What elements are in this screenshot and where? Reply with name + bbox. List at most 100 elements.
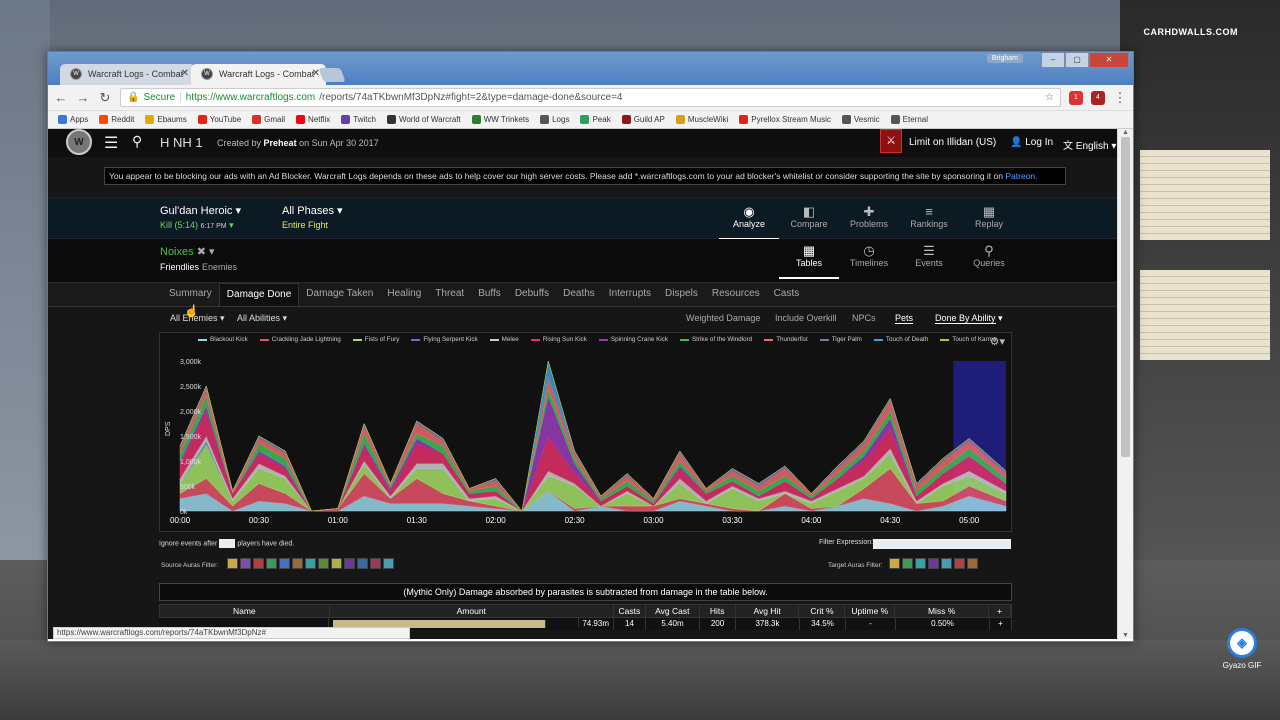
- view-tab-problems[interactable]: ✚ Problems: [839, 204, 899, 229]
- scroll-down-icon[interactable]: ▼: [1122, 632, 1129, 639]
- source-aura-icon[interactable]: [383, 558, 394, 569]
- source-aura-icon[interactable]: [227, 558, 238, 569]
- bookmark-item[interactable]: Vesmic: [841, 115, 880, 124]
- source-aura-icon[interactable]: [292, 558, 303, 569]
- bookmark-item[interactable]: Twitch: [341, 115, 376, 124]
- target-aura-icon[interactable]: [928, 558, 939, 569]
- browser-tab-2[interactable]: W Warcraft Logs - Combat ✕: [191, 64, 326, 85]
- subtab-summary[interactable]: Summary: [162, 283, 219, 306]
- bookmark-item[interactable]: Peak: [580, 115, 611, 124]
- bookmark-item[interactable]: WW Trinkets: [471, 115, 529, 124]
- bookmark-item[interactable]: Netflix: [296, 115, 330, 124]
- subtab-buffs[interactable]: Buffs: [471, 283, 508, 306]
- bookmark-item[interactable]: YouTube: [197, 115, 241, 124]
- ignore-deaths-input[interactable]: [219, 539, 236, 548]
- subtab-threat[interactable]: Threat: [428, 283, 471, 306]
- bookmark-item[interactable]: Reddit: [99, 115, 134, 124]
- extension-opera-icon[interactable]: 1: [1069, 90, 1083, 105]
- warcraftlogs-logo[interactable]: W: [66, 129, 92, 155]
- source-aura-icon[interactable]: [370, 558, 381, 569]
- subtab-resources[interactable]: Resources: [705, 283, 767, 306]
- subtab-interrupts[interactable]: Interrupts: [602, 283, 658, 306]
- source-aura-icon[interactable]: [344, 558, 355, 569]
- table-header-avg-hit[interactable]: Avg Hit: [736, 605, 800, 617]
- source-aura-icon[interactable]: [331, 558, 342, 569]
- subtab-dispels[interactable]: Dispels: [658, 283, 705, 306]
- fight-kill-select[interactable]: Kill (5:14) 6:17 PM ▾: [160, 220, 234, 231]
- bookmark-item[interactable]: Guild AP: [621, 115, 665, 124]
- address-bar[interactable]: 🔒 Secure | https://www.warcraftlogs.com /…: [120, 88, 1061, 107]
- subtab-deaths[interactable]: Deaths: [556, 283, 602, 306]
- target-aura-icon[interactable]: [941, 558, 952, 569]
- done-by-select[interactable]: Done By Ability ▾: [935, 313, 1003, 324]
- maximize-button[interactable]: ▢: [1065, 52, 1089, 68]
- table-header-name[interactable]: Name: [160, 605, 330, 617]
- player-select[interactable]: Noixes ✖ ▾: [160, 245, 214, 258]
- table-header-casts[interactable]: Casts: [614, 605, 646, 617]
- target-aura-icon[interactable]: [902, 558, 913, 569]
- language-select[interactable]: 文 English ▾: [1063, 137, 1116, 152]
- view-tab-analyze[interactable]: ◉ Analyze: [719, 204, 779, 240]
- back-icon[interactable]: ←: [54, 90, 68, 105]
- expand-row-icon[interactable]: +: [990, 618, 1012, 630]
- chart-plot[interactable]: 0k 500k 1,000k 1,500k 2,000k 2,500k 3,000k DPS 0…: [160, 333, 1013, 533]
- scrollbar-thumb[interactable]: [1121, 137, 1130, 457]
- subtab-damage-taken[interactable]: Damage Taken: [299, 283, 380, 306]
- source-aura-icon[interactable]: [357, 558, 368, 569]
- table-header-miss-[interactable]: Miss %: [895, 605, 990, 617]
- bookmark-item[interactable]: Gmail: [252, 115, 285, 124]
- table-header-avg-cast[interactable]: Avg Cast: [646, 605, 700, 617]
- npcs-toggle[interactable]: NPCs: [852, 313, 876, 323]
- phase-select[interactable]: All Phases ▾: [282, 204, 343, 217]
- profile-badge[interactable]: Brigham: [986, 54, 1023, 63]
- page-scrollbar[interactable]: ▲ ▼: [1117, 129, 1133, 639]
- source-aura-icon[interactable]: [240, 558, 251, 569]
- report-creator[interactable]: Preheat: [264, 138, 297, 148]
- bookmark-item[interactable]: Apps: [58, 115, 88, 124]
- subtab-damage-done[interactable]: Damage Done: [218, 283, 300, 306]
- source-aura-icon[interactable]: [279, 558, 290, 569]
- view-tab-replay[interactable]: ▦ Replay: [959, 204, 1019, 229]
- target-aura-icon[interactable]: [967, 558, 978, 569]
- include-overkill-toggle[interactable]: Include Overkill: [775, 313, 837, 323]
- target-aura-icon[interactable]: [889, 558, 900, 569]
- friendlies-tab[interactable]: Friendlies: [160, 262, 199, 272]
- table-header-crit-[interactable]: Crit %: [799, 605, 846, 617]
- source-aura-icon[interactable]: [318, 558, 329, 569]
- bookmark-item[interactable]: Logs: [540, 115, 569, 124]
- weighted-damage-toggle[interactable]: Weighted Damage: [686, 313, 760, 323]
- minimize-button[interactable]: ‒: [1041, 52, 1065, 68]
- abilities-filter[interactable]: All Abilities ▾: [237, 313, 287, 324]
- reload-icon[interactable]: ↻: [98, 90, 112, 106]
- new-tab-button[interactable]: [318, 68, 346, 82]
- target-aura-icon[interactable]: [954, 558, 965, 569]
- target-aura-icon[interactable]: [915, 558, 926, 569]
- close-tab-icon[interactable]: ✕: [181, 68, 189, 79]
- mode-tab-events[interactable]: ☰ Events: [899, 243, 959, 268]
- bookmark-item[interactable]: Pyrellox Stream Music: [739, 115, 831, 124]
- bookmark-star-icon[interactable]: ☆: [1045, 92, 1054, 103]
- forward-icon[interactable]: →: [76, 90, 90, 105]
- gyazo-gif-shortcut[interactable]: ◈ Gyazo GIF: [1222, 628, 1262, 670]
- subtab-debuffs[interactable]: Debuffs: [508, 283, 556, 306]
- view-tab-rankings[interactable]: ≡ Rankings: [899, 204, 959, 229]
- enemies-tab[interactable]: Enemies: [202, 262, 237, 272]
- subtab-casts[interactable]: Casts: [767, 283, 807, 306]
- table-header-amount[interactable]: Amount: [330, 605, 614, 617]
- bookmark-item[interactable]: Ebaums: [145, 115, 187, 124]
- browser-tab-1[interactable]: W Warcraft Logs - Combat ✕: [60, 64, 195, 85]
- patreon-link[interactable]: Patreon.: [1005, 171, 1037, 181]
- bookmark-item[interactable]: MuscleWiki: [675, 115, 728, 124]
- close-window-button[interactable]: ✕: [1089, 52, 1129, 68]
- source-aura-icon[interactable]: [266, 558, 277, 569]
- search-icon[interactable]: ⚲: [132, 133, 142, 150]
- mode-tab-queries[interactable]: ⚲ Queries: [959, 243, 1019, 268]
- menu-kebab-icon[interactable]: ⋮: [1113, 90, 1127, 106]
- view-tab-compare[interactable]: ◧ Compare: [779, 204, 839, 229]
- mode-tab-timelines[interactable]: ◷ Timelines: [839, 243, 899, 268]
- guild-name[interactable]: Limit on Illidan (US): [909, 137, 996, 148]
- table-header-uptime-[interactable]: Uptime %: [845, 605, 896, 617]
- bookmark-item[interactable]: World of Warcraft: [386, 115, 461, 124]
- source-aura-icon[interactable]: [253, 558, 264, 569]
- table-header-hits[interactable]: Hits: [700, 605, 736, 617]
